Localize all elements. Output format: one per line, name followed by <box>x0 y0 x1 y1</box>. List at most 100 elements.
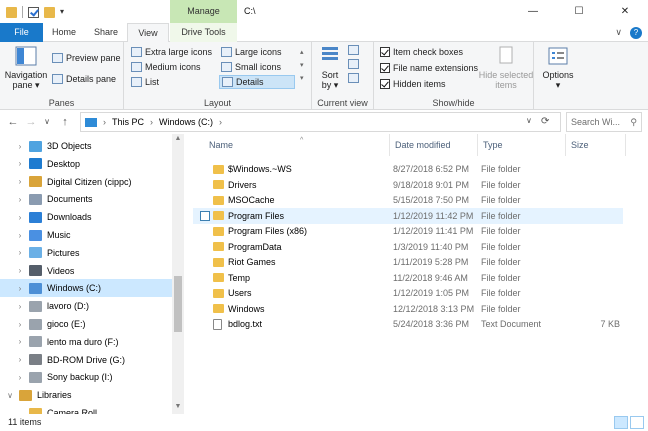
nav-item[interactable]: › Sony backup (I:) <box>0 368 172 386</box>
file-name-extensions-toggle[interactable]: File name extensions <box>380 61 478 75</box>
file-row[interactable]: MSOCache 5/15/2018 7:50 PM File folder <box>193 192 623 208</box>
column-header-size[interactable]: Size <box>566 134 626 156</box>
nav-item[interactable]: › lento ma duro (F:) <box>0 333 172 351</box>
item-check-boxes-toggle[interactable]: Item check boxes <box>380 45 463 59</box>
nav-item[interactable]: › lavoro (D:) <box>0 297 172 315</box>
nav-item[interactable]: › Downloads <box>0 208 172 226</box>
size-columns-icon[interactable] <box>348 73 359 83</box>
layout-gallery-scroll[interactable]: ▴ ▾ ▾ <box>300 46 304 85</box>
expand-chevron-icon[interactable]: ∨ <box>5 391 15 400</box>
scroll-up-icon[interactable]: ▲ <box>172 135 184 145</box>
breadcrumb-this-pc[interactable]: This PC <box>112 117 144 127</box>
navigation-pane-button[interactable]: Navigation pane ▾ <box>4 45 48 90</box>
file-row[interactable]: Riot Games 1/11/2019 5:28 PM File folder <box>193 254 623 270</box>
maximize-button[interactable]: ☐ <box>556 0 602 23</box>
hidden-items-toggle[interactable]: Hidden items <box>380 77 446 91</box>
file-row[interactable]: $Windows.~WS 8/27/2018 6:52 PM File folder <box>193 161 623 177</box>
hidden-items-checkbox[interactable] <box>380 79 390 89</box>
nav-item[interactable]: › 3D Objects <box>0 137 172 155</box>
expand-ribbon-icon[interactable]: ∨ <box>615 27 622 39</box>
tab-file[interactable]: File <box>0 23 43 42</box>
scroll-down-icon[interactable]: ▼ <box>172 403 184 413</box>
forward-button[interactable]: → <box>24 115 38 129</box>
sort-by-button[interactable]: Sort by ▾ <box>317 45 343 90</box>
recent-locations-button[interactable]: ∨ <box>40 115 54 129</box>
options-button[interactable]: Options ▾ <box>540 45 576 90</box>
minimize-button[interactable]: — <box>510 0 556 23</box>
up-button[interactable]: ↑ <box>58 115 72 129</box>
nav-item[interactable]: › Music <box>0 226 172 244</box>
layout-list[interactable]: List <box>131 75 159 89</box>
nav-item[interactable]: › Windows (C:) <box>0 279 172 298</box>
nav-item[interactable]: › BD-ROM Drive (G:) <box>0 351 172 369</box>
column-header-type[interactable]: Type <box>478 134 566 156</box>
expand-chevron-icon[interactable]: › <box>15 142 25 151</box>
breadcrumb-separator[interactable]: › <box>150 117 153 127</box>
address-dropdown-button[interactable]: ∨ <box>526 116 532 125</box>
customize-toolbar-icon[interactable]: ▾ <box>60 8 68 16</box>
expand-chevron-icon[interactable]: › <box>15 284 25 293</box>
file-row[interactable]: bdlog.txt 5/24/2018 3:36 PM Text Document 7… <box>193 316 623 332</box>
file-row[interactable]: ProgramData 1/3/2019 11:40 PM File folder <box>193 239 623 255</box>
item-check-boxes-checkbox[interactable] <box>380 47 390 57</box>
scrollbar-thumb[interactable] <box>174 276 182 332</box>
expand-chevron-icon[interactable]: › <box>15 373 25 382</box>
nav-item[interactable]: › gioco (E:) <box>0 315 172 333</box>
layout-details[interactable]: Details <box>219 75 295 89</box>
properties-icon[interactable] <box>28 6 39 18</box>
expand-chevron-icon[interactable]: › <box>15 159 25 168</box>
address-bar[interactable]: › This PC › Windows (C:) › <box>80 112 561 132</box>
tab-home[interactable]: Home <box>43 23 85 42</box>
expand-chevron-icon[interactable]: › <box>15 337 25 346</box>
file-row[interactable]: Users 1/12/2019 1:05 PM File folder <box>193 285 623 301</box>
nav-item[interactable]: › Pictures <box>0 244 172 262</box>
nav-item[interactable]: Camera Roll <box>0 404 172 414</box>
hide-selected-items-button[interactable]: Hide selected items <box>478 45 534 90</box>
file-row[interactable]: Program Files 1/12/2019 11:42 PM File fold… <box>193 207 623 224</box>
nav-item[interactable]: › Documents <box>0 190 172 208</box>
expand-chevron-icon[interactable]: › <box>15 195 25 204</box>
item-checkbox[interactable] <box>200 210 210 221</box>
tab-share[interactable]: Share <box>85 23 127 42</box>
column-header-name[interactable]: Name ^ <box>204 134 390 156</box>
back-button[interactable]: ← <box>6 115 20 129</box>
breadcrumb-separator[interactable]: › <box>103 117 106 127</box>
tab-view[interactable]: View <box>127 23 169 43</box>
expand-chevron-icon[interactable]: › <box>15 320 25 329</box>
expand-chevron-icon[interactable]: › <box>15 355 25 364</box>
expand-chevron-icon[interactable]: › <box>15 177 25 186</box>
column-header-date[interactable]: Date modified <box>390 134 478 156</box>
layout-medium-icons[interactable]: Medium icons <box>131 60 201 74</box>
new-folder-icon[interactable] <box>44 6 55 18</box>
add-columns-icon[interactable] <box>348 59 359 69</box>
expand-chevron-icon[interactable]: › <box>15 213 25 222</box>
preview-pane-button[interactable]: Preview pane <box>52 51 121 65</box>
nav-scrollbar[interactable]: ▲ ▼ <box>172 134 184 414</box>
group-by-icon[interactable] <box>348 45 359 55</box>
breadcrumb-separator[interactable]: › <box>219 117 222 127</box>
refresh-button[interactable]: ⟳ <box>541 116 549 127</box>
file-row[interactable]: Temp 11/2/2018 9:46 AM File folder <box>193 270 623 286</box>
layout-extra-large-icons[interactable]: Extra large icons <box>131 45 212 59</box>
file-row[interactable]: Windows 12/12/2018 3:13 PM File folder <box>193 301 623 317</box>
nav-item[interactable]: › Digital Citizen (cippc) <box>0 173 172 191</box>
expand-chevron-icon[interactable]: › <box>15 248 25 257</box>
expand-chevron-icon[interactable]: › <box>15 231 25 240</box>
nav-item[interactable]: › Videos <box>0 262 172 280</box>
nav-item[interactable]: › Desktop <box>0 155 172 173</box>
search-input[interactable]: Search Wi... ⚲ <box>566 112 642 132</box>
help-icon[interactable]: ? <box>630 27 642 39</box>
details-view-icon[interactable] <box>614 416 628 429</box>
close-button[interactable]: ✕ <box>602 0 648 23</box>
details-pane-button[interactable]: Details pane <box>52 72 116 86</box>
expand-chevron-icon[interactable]: › <box>15 266 25 275</box>
tab-drive-tools[interactable]: Drive Tools <box>170 23 237 42</box>
large-icons-view-icon[interactable] <box>630 416 644 429</box>
layout-small-icons[interactable]: Small icons <box>221 60 281 74</box>
file-row[interactable]: Drivers 9/18/2018 9:01 PM File folder <box>193 177 623 193</box>
breadcrumb-windows-c[interactable]: Windows (C:) <box>159 117 213 127</box>
file-name-extensions-checkbox[interactable] <box>380 63 390 73</box>
expand-chevron-icon[interactable]: › <box>15 302 25 311</box>
file-row[interactable]: Program Files (x86) 1/12/2019 11:41 PM Fil… <box>193 223 623 239</box>
layout-large-icons[interactable]: Large icons <box>221 45 282 59</box>
